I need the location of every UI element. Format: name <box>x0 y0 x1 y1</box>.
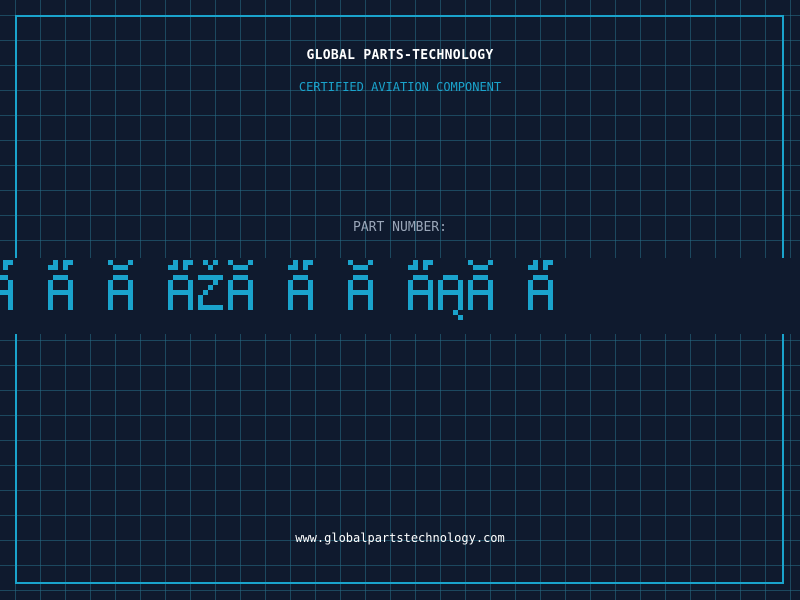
part-number-glyph <box>528 260 553 310</box>
certification-subtitle: CERTIFIED AVIATION COMPONENT <box>298 80 502 94</box>
part-number-glyphs <box>0 260 553 320</box>
website-url: www.globalpartstechnology.com <box>295 531 505 545</box>
part-number-glyph <box>198 260 223 310</box>
part-number-glyph <box>348 260 373 310</box>
company-title: GLOBAL PARTS-TECHNOLOGY <box>306 48 494 63</box>
part-number-glyph <box>228 260 253 310</box>
part-number-glyph <box>438 275 463 320</box>
part-number-glyph <box>408 260 433 310</box>
part-number-label: PART NUMBER: <box>353 220 447 235</box>
part-number-glyph <box>48 260 73 310</box>
part-number-glyph <box>468 260 493 310</box>
part-number-glyph <box>288 260 313 310</box>
part-number-glyph <box>0 260 13 310</box>
part-number-glyph <box>108 260 133 310</box>
part-number-display: Ã Ã Ă ÃŽĂ Ã Ă ÃĄĂ Ã <box>0 258 800 334</box>
part-number-glyph <box>168 260 193 310</box>
